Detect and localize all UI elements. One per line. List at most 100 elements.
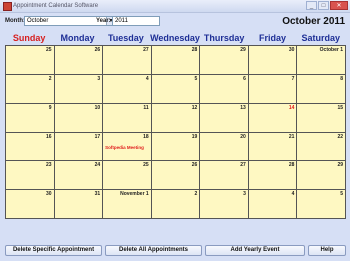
delete-specific-appointment-button[interactable]: Delete Specific Appointment [5,245,102,256]
calendar-day-cell[interactable]: 30 [248,46,298,75]
calendar-day-cell[interactable]: 30 [6,190,55,219]
calendar-day-cell[interactable]: 9 [6,103,55,133]
weekday-friday: Friday [258,33,286,43]
calendar-day-cell[interactable]: 15 [297,103,346,133]
day-number: 2 [48,75,52,82]
day-number: 22 [337,133,343,140]
day-number: 29 [240,47,246,53]
weekday-tuesday: Tuesday [107,33,144,43]
calendar-day-cell[interactable]: 2 [151,190,201,219]
day-number: 25 [46,47,52,53]
day-number: 19 [191,133,198,140]
day-number: 2 [194,191,198,198]
calendar-day-cell[interactable]: 25 [103,161,152,191]
calendar-day-cell[interactable]: 21 [248,132,298,162]
day-number: 7 [291,75,295,82]
day-number: 14 [288,104,295,111]
year-input[interactable]: 2011 [112,16,160,26]
appointment-entry[interactable]: Softpedia Meeting [105,145,144,150]
day-number: 3 [97,75,101,82]
day-number: 4 [145,75,149,82]
calendar-day-cell[interactable]: 24 [54,161,104,191]
calendar-day-cell[interactable]: 13 [200,103,249,133]
calendar-day-cell[interactable]: 2 [6,74,55,104]
day-number: 16 [46,133,52,140]
calendar-day-cell[interactable]: 11 [103,103,152,133]
calendar-day-cell[interactable]: November 1 [103,190,152,219]
calendar-day-cell[interactable]: 19 [151,132,201,162]
day-number: 30 [288,47,295,53]
calendar-day-cell[interactable]: 8 [297,74,346,104]
calendar-day-cell[interactable]: 3 [200,190,249,219]
calendar-day-cell[interactable]: 26 [54,46,104,75]
calendar-day-cell[interactable]: 5 [297,190,346,219]
calendar-day-cell[interactable]: 28 [151,46,201,75]
window-title: Appointment Calendar Software [13,3,99,9]
calendar-grid: 25 26 27 28 29 30 October 1 2 3 4 5 6 7 8 9 10 11 12 13 14 1… [5,45,346,219]
button-bar: Delete Specific Appointment Delete All A… [5,245,346,256]
day-number: 8 [340,75,343,82]
maximize-icon[interactable]: □ [318,1,329,10]
calendar-day-cell[interactable]: 5 [151,74,201,104]
calendar-day-cell[interactable]: 29 [200,46,249,75]
day-number: 4 [291,191,295,198]
weekday-header: Sunday Monday Tuesday Wednesday Thursday… [5,32,345,44]
calendar-day-cell[interactable]: 26 [151,161,201,191]
calendar-day-cell[interactable]: 28 [248,161,298,191]
day-number: 28 [288,162,295,169]
window-controls: _ □ ✕ [306,1,348,10]
day-number: November 1 [120,191,149,198]
add-yearly-event-button[interactable]: Add Yearly Event [205,245,305,256]
day-number: 30 [46,191,52,198]
calendar-day-cell[interactable]: 4 [103,74,152,104]
calendar-day-cell[interactable]: 14 [248,103,298,133]
day-number: 28 [191,47,198,53]
day-number: 20 [240,133,246,140]
delete-all-appointments-button[interactable]: Delete All Appointments [105,245,202,256]
calendar-day-cell[interactable]: 7 [248,74,298,104]
day-number: 9 [48,104,52,111]
day-number: 21 [288,133,295,140]
day-number: 18 [143,133,149,140]
day-number: 11 [143,104,149,111]
minimize-icon[interactable]: _ [306,1,317,10]
calendar-day-cell[interactable]: 22 [297,132,346,162]
month-value: October [27,18,49,24]
weekday-wednesday: Wednesday [150,33,200,43]
help-button[interactable]: Help [308,245,346,256]
calendar-day-cell[interactable]: 18 Softpedia Meeting [103,132,152,162]
day-number: 29 [337,162,343,169]
day-number: 26 [191,162,198,169]
calendar-day-cell[interactable]: 25 [6,46,55,75]
calendar-day-cell[interactable]: 10 [54,103,104,133]
calendar-day-cell[interactable]: October 1 [297,46,346,75]
calendar-day-cell[interactable]: 29 [297,161,346,191]
calendar-day-cell[interactable]: 17 [54,132,104,162]
calendar-day-cell[interactable]: 12 [151,103,201,133]
calendar-day-cell[interactable]: 16 [6,132,55,162]
month-label: Month: [5,18,25,24]
calendar-day-cell[interactable]: 6 [200,74,249,104]
calendar-day-cell[interactable]: 23 [6,161,55,191]
day-number: 27 [143,47,149,53]
day-number: 15 [337,104,343,111]
close-icon[interactable]: ✕ [330,1,348,10]
day-number: 24 [94,162,101,169]
calendar-day-cell[interactable]: 27 [103,46,152,75]
calendar-day-cell[interactable]: 31 [54,190,104,219]
day-number: 17 [94,133,101,140]
weekday-monday: Monday [60,33,95,43]
day-number: 27 [240,162,246,169]
weekday-sunday: Sunday [12,33,46,43]
day-number: 13 [240,104,246,111]
toolbar: Month: October ▼ Year: 2011 October 2011 [0,12,350,32]
day-number: 6 [243,75,246,82]
day-number: 10 [94,104,101,111]
calendar-day-cell[interactable]: 20 [200,132,249,162]
day-number: 23 [46,162,52,169]
calendar-day-cell[interactable]: 27 [200,161,249,191]
calendar-day-cell[interactable]: 4 [248,190,298,219]
calendar-day-cell[interactable]: 3 [54,74,104,104]
weekday-saturday: Saturday [301,33,341,43]
day-number: 3 [243,191,246,198]
